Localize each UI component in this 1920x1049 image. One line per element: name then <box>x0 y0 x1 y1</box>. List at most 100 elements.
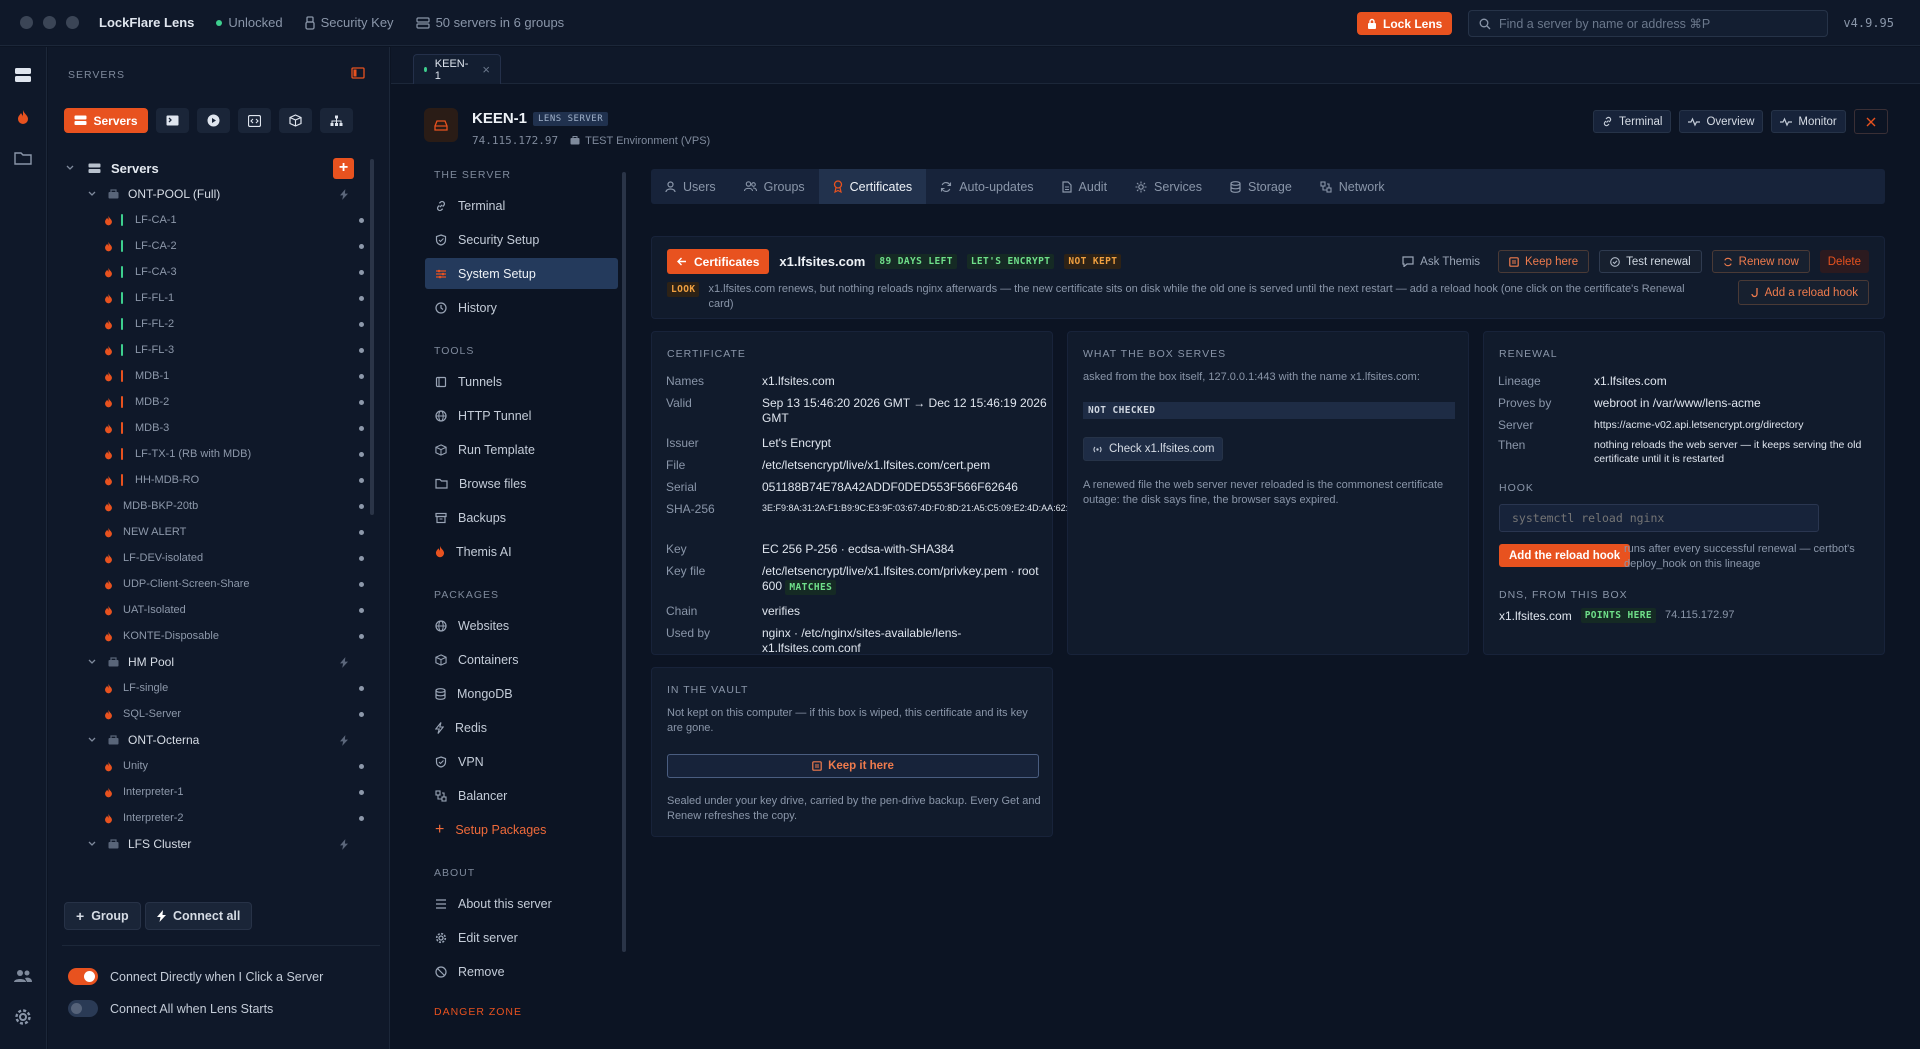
reload-hook-input[interactable] <box>1499 504 1819 532</box>
window-minimize-button[interactable] <box>43 16 56 29</box>
nav-websites[interactable]: Websites <box>425 610 618 641</box>
server-item[interactable]: LF-CA-2 <box>58 233 364 259</box>
window-maximize-button[interactable] <box>66 16 79 29</box>
server-item[interactable]: LF-DEV-isolated <box>58 545 364 571</box>
server-item[interactable]: UDP-Client-Screen-Share <box>58 571 364 597</box>
window-close-button[interactable] <box>20 16 33 29</box>
servers-view-button[interactable]: Servers <box>64 108 148 133</box>
nav-system-setup[interactable]: System Setup <box>425 258 618 289</box>
test-renewal-button[interactable]: Test renewal <box>1599 250 1702 273</box>
add-the-reload-hook-button[interactable]: Add the reload hook <box>1499 544 1631 567</box>
nav-history[interactable]: History <box>425 292 618 323</box>
topology-view-button[interactable] <box>320 108 353 133</box>
nav-remove[interactable]: Remove <box>425 956 618 987</box>
server-item[interactable]: HH-MDB-RO <box>58 467 364 493</box>
server-item[interactable]: UAT-Isolated <box>58 597 364 623</box>
close-tab-icon[interactable]: × <box>482 62 490 77</box>
connect-all-button[interactable]: Connect all <box>145 902 253 930</box>
nav-run-template[interactable]: Run Template <box>425 434 618 465</box>
server-item[interactable]: LF-CA-1 <box>58 207 364 233</box>
tab-storage[interactable]: Storage <box>1216 169 1306 204</box>
users-rail-icon[interactable] <box>11 964 35 988</box>
tab-network[interactable]: Network <box>1306 169 1399 204</box>
nav-backups[interactable]: Backups <box>425 502 618 533</box>
nav-vpn[interactable]: VPN <box>425 746 618 777</box>
connect-group-bolt-icon[interactable] <box>340 656 348 668</box>
nav-containers[interactable]: Containers <box>425 644 618 675</box>
server-item[interactable]: LF-single <box>58 675 364 701</box>
keep-here-button[interactable]: Keep here <box>1498 250 1590 273</box>
nav-http-tunnel[interactable]: HTTP Tunnel <box>425 400 618 431</box>
connect-group-bolt-icon[interactable] <box>340 838 348 850</box>
server-item[interactable]: MDB-2 <box>58 389 364 415</box>
server-item[interactable]: MDB-3 <box>58 415 364 441</box>
terminal-button[interactable]: Terminal <box>1593 110 1672 133</box>
add-reload-hook-button[interactable]: Add a reload hook <box>1737 280 1869 305</box>
nav-mongodb[interactable]: MongoDB <box>425 678 618 709</box>
server-group[interactable]: LFS Cluster <box>58 831 364 857</box>
tab-auto-updates[interactable]: Auto-updates <box>926 169 1047 204</box>
server-item[interactable]: LF-FL-2 <box>58 311 364 337</box>
nav-edit-server[interactable]: Edit server <box>425 922 618 953</box>
close-server-button[interactable] <box>1854 109 1888 134</box>
renew-now-button[interactable]: Renew now <box>1711 250 1810 273</box>
server-item[interactable]: Interpreter-1 <box>58 779 364 805</box>
sidebar-scrollbar[interactable] <box>370 159 374 515</box>
tab-audit[interactable]: Audit <box>1048 169 1122 204</box>
server-item[interactable]: NEW ALERT <box>58 519 364 545</box>
back-to-certificates-button[interactable]: Certificates <box>667 249 770 274</box>
server-item[interactable]: Unity <box>58 753 364 779</box>
tab-groups[interactable]: Groups <box>730 169 819 204</box>
server-item[interactable]: Interpreter-2 <box>58 805 364 831</box>
server-item[interactable]: SQL-Server <box>58 701 364 727</box>
nav-themis-ai[interactable]: Themis AI <box>425 536 618 567</box>
delete-certificate-button[interactable]: Delete <box>1819 250 1869 273</box>
server-item[interactable]: Engine-1 <box>58 857 364 863</box>
nav-browse-files[interactable]: Browse files <box>425 468 618 499</box>
server-search[interactable] <box>1468 10 1828 37</box>
server-item[interactable]: LF-FL-1 <box>58 285 364 311</box>
settings-scrollbar[interactable] <box>622 172 626 952</box>
server-item[interactable]: MDB-BKP-20tb <box>58 493 364 519</box>
add-group-button[interactable]: + Group <box>64 902 141 930</box>
monitor-button[interactable]: Monitor <box>1771 110 1846 133</box>
nav-about-server[interactable]: About this server <box>425 888 618 919</box>
play-view-button[interactable] <box>197 108 230 133</box>
flame-rail-icon[interactable] <box>11 105 35 129</box>
server-item[interactable]: LF-CA-3 <box>58 259 364 285</box>
connect-group-bolt-icon[interactable] <box>340 734 348 746</box>
server-item[interactable]: KONTE-Disposable <box>58 623 364 649</box>
servers-rail-icon[interactable] <box>11 63 35 87</box>
servers-root[interactable]: Servers + <box>58 155 364 181</box>
connect-group-bolt-icon[interactable] <box>340 188 348 200</box>
tab-keen-1[interactable]: KEEN-1 × <box>413 54 501 84</box>
add-server-button[interactable]: + <box>333 157 354 179</box>
code-view-button[interactable] <box>238 108 271 133</box>
connect-on-start-toggle[interactable] <box>68 1000 98 1017</box>
tab-users[interactable]: Users <box>651 169 730 204</box>
folder-rail-icon[interactable] <box>11 146 35 170</box>
settings-gear-icon[interactable] <box>11 1005 35 1029</box>
server-group[interactable]: ONT-Octerna <box>58 727 364 753</box>
search-input[interactable] <box>1499 16 1799 31</box>
server-group[interactable]: HM Pool <box>58 649 364 675</box>
server-item[interactable]: LF-FL-3 <box>58 337 364 363</box>
terminal-view-button[interactable] <box>156 108 189 133</box>
tab-certificates[interactable]: Certificates <box>818 169 927 204</box>
nav-terminal[interactable]: Terminal <box>425 190 618 221</box>
sidebar-collapse-icon[interactable] <box>351 67 365 79</box>
nav-setup-packages[interactable]: + Setup Packages <box>425 814 618 845</box>
server-group[interactable]: ONT-POOL (Full) <box>58 181 364 207</box>
server-item[interactable]: MDB-1 <box>58 363 364 389</box>
keep-it-here-button[interactable]: Keep it here <box>667 754 1039 778</box>
ask-themis-button[interactable]: Ask Themis <box>1402 256 1480 268</box>
connect-direct-toggle[interactable] <box>68 968 98 985</box>
tab-services[interactable]: Services <box>1121 169 1216 204</box>
nav-security-setup[interactable]: Security Setup <box>425 224 618 255</box>
package-view-button[interactable] <box>279 108 312 133</box>
check-domain-button[interactable]: Check x1.lfsites.com <box>1083 437 1224 461</box>
lock-lens-button[interactable]: Lock Lens <box>1357 12 1453 35</box>
overview-button[interactable]: Overview <box>1679 110 1764 133</box>
nav-balancer[interactable]: Balancer <box>425 780 618 811</box>
nav-tunnels[interactable]: Tunnels <box>425 366 618 397</box>
